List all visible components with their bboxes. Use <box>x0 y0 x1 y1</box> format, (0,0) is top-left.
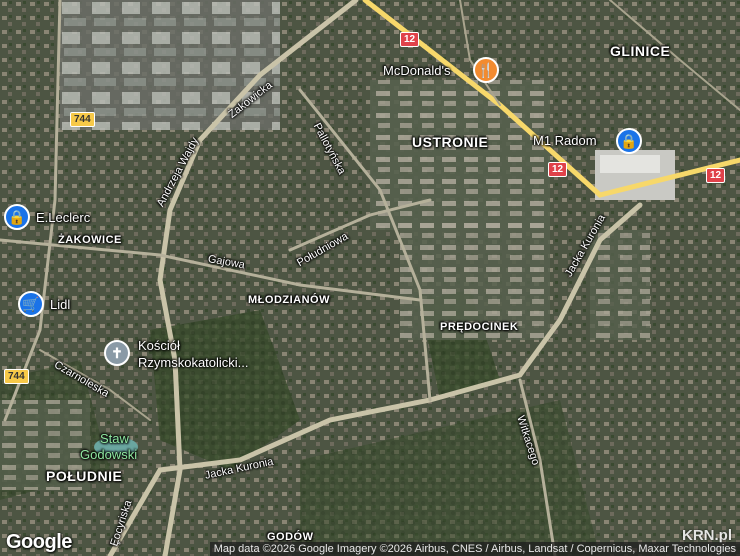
poi-staw-label-line2: Godowski <box>80 447 138 462</box>
road-shield-12: 12 <box>548 162 568 177</box>
road-shield-744: 744 <box>70 112 95 127</box>
shopping-cart-icon[interactable]: 🛒 <box>18 291 44 317</box>
district-zakowice: ŻAKOWICE <box>58 234 122 246</box>
road-shield-744: 744 <box>4 369 29 384</box>
poi-m1-radom-label[interactable]: M1 Radom <box>533 133 597 148</box>
poi-eleclerc-label[interactable]: E.Leclerc <box>36 210 90 225</box>
poi-mcdonalds-label[interactable]: McDonald's <box>383 63 451 78</box>
district-glinice: GLINICE <box>610 43 671 59</box>
fork-knife-icon[interactable]: 🍴 <box>473 57 499 83</box>
shopping-bag-icon[interactable]: 🔒 <box>4 204 30 230</box>
poi-kosciol-label-line2[interactable]: Rzymskokatolicki... <box>138 355 249 370</box>
district-mlodzianow: MŁODZIANÓW <box>248 294 330 306</box>
road-shield-12: 12 <box>706 168 726 183</box>
cross-icon[interactable]: ✝ <box>104 340 130 366</box>
district-ustronie: USTRONIE <box>412 134 489 150</box>
shopping-bag-icon[interactable]: 🔒 <box>616 128 642 154</box>
map-attribution[interactable]: Map data ©2026 Google Imagery ©2026 Airb… <box>209 542 740 556</box>
road-shield-12: 12 <box>400 32 420 47</box>
poi-staw-label-line1: Staw <box>100 431 129 446</box>
google-logo: Google <box>6 531 72 553</box>
poi-kosciol-label-line1[interactable]: Kościół <box>138 338 180 353</box>
district-poludnie: POŁUDNIE <box>46 468 123 484</box>
district-predocinek: PRĘDOCINEK <box>440 321 519 333</box>
poi-lidl-label[interactable]: Lidl <box>50 297 70 312</box>
satellite-map[interactable]: GLINICE USTRONIE ŻAKOWICE MŁODZIANÓW PRĘ… <box>0 0 740 556</box>
